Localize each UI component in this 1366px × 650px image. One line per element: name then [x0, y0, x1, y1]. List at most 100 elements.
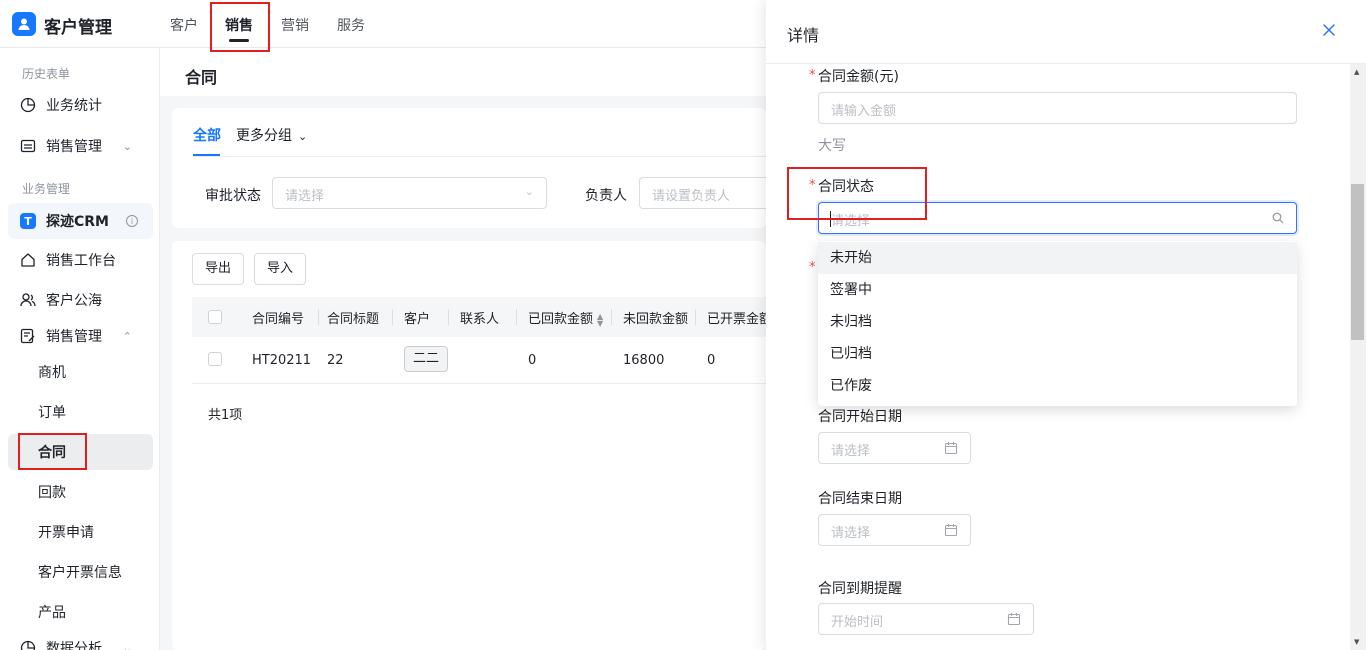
- sidebar-item-label: 探迹CRM: [46, 214, 109, 230]
- end-date-picker[interactable]: 请选择: [818, 514, 971, 546]
- column-separator: [392, 309, 393, 325]
- page-title: 合同: [185, 68, 218, 87]
- calendar-icon: [944, 441, 958, 459]
- scrollbar[interactable]: [1350, 64, 1366, 650]
- column-header: 未回款金额: [623, 312, 689, 327]
- chevron-down-icon: ⌄: [122, 641, 132, 650]
- column-separator: [695, 309, 696, 325]
- info-icon[interactable]: i: [126, 215, 138, 227]
- tab-service[interactable]: 服务: [337, 15, 365, 35]
- sidebar-item-workbench[interactable]: 销售工作台: [20, 242, 152, 278]
- sidebar-sub-payment[interactable]: 回款: [38, 474, 66, 510]
- cell-customer-tag[interactable]: 二二: [404, 346, 448, 372]
- status-option[interactable]: 已作废: [818, 370, 1297, 402]
- filter-owner-select[interactable]: 请设置负责人: [639, 177, 766, 209]
- sidebar-sub-order[interactable]: 订单: [38, 394, 66, 430]
- divider: [766, 63, 1366, 64]
- app-logo-icon: [12, 12, 36, 36]
- cell-contract-no[interactable]: HT20211: [252, 353, 311, 368]
- import-button[interactable]: 导入: [254, 253, 307, 285]
- sidebar-item-sales-mgmt-history[interactable]: 销售管理 ⌄: [20, 128, 152, 164]
- placeholder: 请设置负责人: [652, 189, 731, 204]
- tab-all[interactable]: 全部: [193, 125, 221, 145]
- close-icon[interactable]: [1319, 20, 1339, 40]
- expire-remind-label: 合同到期提醒: [818, 581, 902, 597]
- status-option[interactable]: 已归档: [818, 338, 1297, 370]
- column-separator: [516, 309, 517, 325]
- placeholder: 请输入金额: [831, 104, 897, 119]
- sidebar-item-label: 销售工作台: [46, 253, 116, 269]
- required-asterisk: *: [809, 68, 816, 83]
- table-total: 共1项: [208, 408, 243, 423]
- placeholder: 请选择: [285, 189, 325, 204]
- sort-icon[interactable]: ▲ ▼: [597, 312, 603, 327]
- sidebar-active-highlight: [8, 434, 153, 470]
- scroll-down-arrow-icon[interactable]: ▼: [1354, 638, 1359, 646]
- column-separator: [448, 309, 449, 325]
- required-asterisk: *: [809, 260, 816, 275]
- tab-sales[interactable]: 销售: [225, 15, 253, 35]
- sidebar-sub-product[interactable]: 产品: [38, 594, 66, 630]
- scrollbar-thumb[interactable]: [1351, 184, 1364, 340]
- status-option[interactable]: 签署中: [818, 274, 1297, 306]
- filter-card: 全部 更多分组 ⌄ 审批状态 请选择 ⌄ 负责人 请设置负责人: [172, 108, 766, 228]
- row-checkbox[interactable]: [208, 352, 222, 366]
- chevron-down-icon: ⌄: [524, 185, 534, 198]
- status-option[interactable]: 未开始: [818, 242, 1297, 274]
- export-button[interactable]: 导出: [192, 253, 245, 285]
- status-select[interactable]: 请选择: [818, 202, 1297, 234]
- expire-remind-picker[interactable]: 开始时间: [818, 603, 1034, 635]
- tab-customer[interactable]: 客户: [170, 15, 198, 35]
- sidebar-sub-contract[interactable]: 合同: [38, 434, 66, 470]
- scroll-up-arrow-icon[interactable]: ▲: [1354, 68, 1359, 76]
- amount-label: 合同金额(元): [818, 69, 899, 85]
- divider: [193, 156, 766, 157]
- placeholder: 开始时间: [831, 615, 884, 630]
- sidebar-item-biz-stats[interactable]: 业务统计: [20, 87, 152, 123]
- sidebar-item-sea[interactable]: 客户公海: [20, 282, 152, 318]
- page-header: 合同: [160, 48, 766, 96]
- chevron-down-icon: ⌄: [298, 130, 308, 143]
- start-date-picker[interactable]: 请选择: [818, 432, 971, 464]
- table-card: 导出 导入 合同编号 合同标题 客户 联系人 已回款金额 ▲ ▼ 未回款金额 已开票…: [172, 241, 766, 650]
- sidebar-item-label: 业务统计: [46, 98, 102, 114]
- sidebar-item-data-analysis[interactable]: 数据分析 ⌄: [20, 630, 152, 650]
- sidebar-sub-opportunity[interactable]: 商机: [38, 354, 66, 390]
- tab-more-label: 更多分组: [236, 128, 292, 144]
- end-date-label: 合同结束日期: [818, 491, 902, 507]
- sidebar-sub-customer-invoice-info[interactable]: 客户开票信息: [38, 554, 122, 590]
- amount-input[interactable]: 请输入金额: [818, 92, 1297, 124]
- status-dropdown: 未开始 签署中 未归档 已归档 已作废: [818, 241, 1297, 406]
- sidebar-item-label: 数据分析: [46, 641, 102, 650]
- start-date-label: 合同开始日期: [818, 409, 902, 425]
- sidebar-item-sales-mgmt[interactable]: 销售管理 ⌃: [20, 318, 152, 354]
- placeholder: 请选择: [831, 444, 871, 459]
- tab-sales-indicator: [229, 39, 249, 42]
- divider: [192, 383, 766, 384]
- sidebar-group-history: 历史表单: [22, 67, 71, 81]
- column-header: 已开票金额: [707, 312, 766, 327]
- sidebar-sub-invoice-request[interactable]: 开票申请: [38, 514, 94, 550]
- pie-chart-icon: [20, 97, 36, 113]
- table-header: 合同编号 合同标题 客户 联系人 已回款金额 ▲ ▼ 未回款金额 已开票金额: [192, 297, 766, 337]
- column-header: 合同编号: [252, 312, 305, 327]
- status-option[interactable]: 未归档: [818, 306, 1297, 338]
- sidebar-item-crm[interactable]: T 探迹CRM i: [20, 203, 152, 239]
- status-label: 合同状态: [818, 179, 874, 195]
- sidebar-item-label: 销售管理: [46, 329, 102, 345]
- sidebar-item-label: 销售管理: [46, 139, 102, 155]
- tab-marketing[interactable]: 营销: [281, 15, 309, 35]
- detail-drawer: 详情 ▲ ▼ * 合同金额(元) 请输入金额 大写 * 合同状态 请选择 * 合…: [766, 0, 1366, 650]
- column-header: 合同标题: [327, 312, 380, 327]
- column-header-label: 已回款金额: [528, 312, 594, 327]
- placeholder: 请选择: [831, 526, 871, 541]
- select-all-checkbox[interactable]: [208, 310, 222, 324]
- column-separator: [611, 309, 612, 325]
- cell-title: 22: [327, 353, 344, 368]
- column-header-received[interactable]: 已回款金额 ▲ ▼: [528, 308, 603, 327]
- calendar-icon: [944, 523, 958, 541]
- chevron-up-icon: ⌃: [122, 329, 132, 343]
- column-separator: [318, 309, 319, 325]
- filter-approval-select[interactable]: 请选择 ⌄: [272, 177, 547, 209]
- tab-more-groups[interactable]: 更多分组 ⌄: [236, 125, 307, 145]
